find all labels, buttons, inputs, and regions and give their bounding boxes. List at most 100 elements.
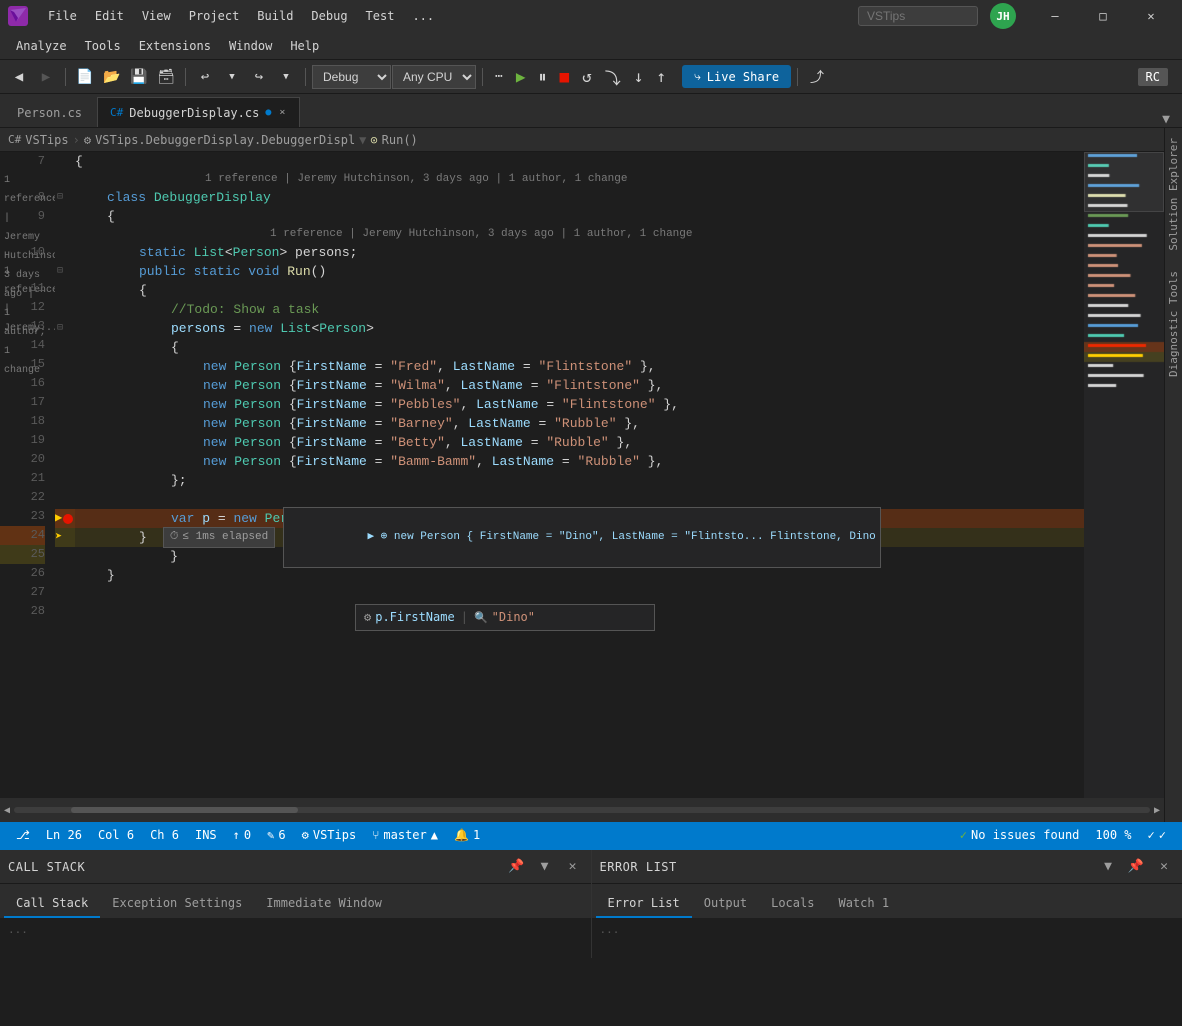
code-editor[interactable]: 7 1 reference | Jeremy Hutchinson, 3 day… (0, 152, 1164, 798)
error-list-content: ... (592, 918, 1182, 958)
rc-badge[interactable]: RC (1138, 68, 1168, 86)
sep5 (797, 68, 798, 86)
save-button[interactable]: 💾 (126, 64, 152, 90)
tab-output[interactable]: Output (692, 890, 759, 918)
start-button[interactable]: ▶ (510, 65, 532, 88)
code-line-28 (75, 585, 1084, 604)
stop-button[interactable]: ■ (553, 65, 575, 88)
status-warnings[interactable]: ✎ 6 (259, 822, 293, 848)
status-col-info[interactable]: Col 6 (90, 822, 142, 848)
status-checkmarks[interactable]: ✓ ✓ (1140, 822, 1174, 848)
debug-more-button[interactable]: ⋯ (489, 67, 509, 86)
git-icon: ⎇ (16, 828, 30, 842)
step-into-button[interactable]: ↓ (628, 65, 650, 88)
status-line-info[interactable]: Ln 26 (38, 822, 90, 848)
maximize-button[interactable]: □ (1080, 0, 1126, 32)
breadcrumb-project[interactable]: VSTips (25, 133, 68, 147)
tab-watch1[interactable]: Watch 1 (826, 890, 901, 918)
tooltip-sep: | (461, 608, 468, 627)
breadcrumb-class[interactable]: VSTips.DebuggerDisplay.DebuggerDispl (95, 133, 355, 147)
breadcrumb-method-icon: ⊙ (370, 133, 377, 147)
redo-button[interactable]: ↪ (246, 64, 272, 90)
status-errors[interactable]: ↑ 0 (225, 822, 259, 848)
menu-view[interactable]: View (134, 5, 179, 27)
search-input[interactable] (858, 6, 978, 26)
status-git-icon[interactable]: ⎇ (8, 822, 38, 848)
call-stack-placeholder: ... (8, 923, 28, 936)
tab-immediate-window[interactable]: Immediate Window (254, 890, 394, 918)
solution-explorer-tab[interactable]: Solution Explorer (1165, 128, 1182, 261)
action-buttons: 📄 📂 💾 🗃 (72, 64, 179, 90)
menu-tools[interactable]: Tools (77, 36, 129, 56)
scroll-right-icon[interactable]: ▶ (1154, 805, 1160, 816)
menu-test[interactable]: Test (358, 5, 403, 27)
project-name: VSTips (313, 828, 356, 842)
error-list-pin-button[interactable]: 📌 (1126, 857, 1146, 877)
menu-debug[interactable]: Debug (303, 5, 355, 27)
status-insert-mode[interactable]: INS (187, 822, 225, 848)
call-stack-panel: Call Stack 📌 ▼ ✕ Call Stack Exception Se… (0, 850, 592, 958)
tab-overflow-arrow[interactable]: ▼ (1154, 112, 1178, 127)
menu-more[interactable]: ... (404, 5, 442, 27)
menu-analyze[interactable]: Analyze (8, 36, 75, 56)
status-notifications[interactable]: 🔔 1 (446, 822, 488, 848)
code-line-19: new Person {FirstName = "Barney", LastNa… (75, 414, 1084, 433)
menu-window[interactable]: Window (221, 36, 280, 56)
menu-extensions[interactable]: Extensions (131, 36, 219, 56)
tab-debuggerdisplay-cs[interactable]: C# DebuggerDisplay.cs ● × (97, 97, 300, 127)
save-all-button[interactable]: 🗃 (153, 64, 179, 90)
minimap (1084, 152, 1164, 798)
tab-person-cs[interactable]: Person.cs (4, 97, 95, 127)
step-over-button[interactable]: ⤵ (599, 63, 627, 91)
debug-config-dropdown[interactable]: Debug Release (312, 65, 391, 89)
scroll-left-icon[interactable]: ◀ (4, 805, 10, 816)
code-line-27: } (75, 566, 1084, 585)
publish-button[interactable]: ⤴ (804, 64, 830, 90)
menu-project[interactable]: Project (181, 5, 248, 27)
tab-exception-settings[interactable]: Exception Settings (100, 890, 254, 918)
minimap-viewport (1084, 152, 1164, 212)
scroll-track[interactable] (14, 807, 1150, 813)
restart-button[interactable]: ↺ (576, 65, 598, 88)
status-project[interactable]: ⚙ VSTips (294, 822, 365, 848)
call-stack-pin-button[interactable]: 📌 (507, 857, 527, 877)
live-share-button[interactable]: ⤷ Live Share (682, 65, 791, 88)
code-content[interactable]: { 1 reference | Jeremy Hutchinson, 3 day… (75, 152, 1084, 798)
error-list-title-bar: Error List ▼ 📌 ✕ (592, 850, 1182, 884)
step-out-button[interactable]: ↑ (650, 65, 672, 88)
minimize-button[interactable]: — (1032, 0, 1078, 32)
menu-file[interactable]: File (40, 5, 85, 27)
call-stack-options-button[interactable]: ▼ (535, 857, 555, 877)
horizontal-scrollbar[interactable]: ◀ ▶ (0, 798, 1164, 822)
code-line-14: persons = new List<Person> (75, 319, 1084, 338)
code-line-11: public static void Run() (75, 262, 1084, 281)
undo-button[interactable]: ↩ (192, 64, 218, 90)
scroll-thumb[interactable] (71, 807, 298, 813)
undo-dropdown[interactable]: ▼ (219, 64, 245, 90)
status-ch-info[interactable]: Ch 6 (142, 822, 187, 848)
status-zoom[interactable]: 100 % (1087, 822, 1139, 848)
menu-help[interactable]: Help (282, 36, 327, 56)
breadcrumb-method[interactable]: Run() (382, 133, 418, 147)
forward-button[interactable]: ▶ (33, 64, 59, 90)
call-stack-close-button[interactable]: ✕ (563, 857, 583, 877)
tab-locals[interactable]: Locals (759, 890, 826, 918)
diagnostic-tools-tab[interactable]: Diagnostic Tools (1165, 261, 1182, 387)
tab-close-button[interactable]: × (277, 107, 287, 118)
tab-error-list[interactable]: Error List (596, 890, 692, 918)
tab-call-stack[interactable]: Call Stack (4, 890, 100, 918)
error-list-options-button[interactable]: ▼ (1098, 857, 1118, 877)
pause-button[interactable]: ⏸ (532, 65, 552, 89)
sep2 (185, 68, 186, 86)
close-button[interactable]: ✕ (1128, 0, 1174, 32)
error-list-close-button[interactable]: ✕ (1154, 857, 1174, 877)
platform-dropdown[interactable]: Any CPU x64 (392, 65, 476, 89)
menu-edit[interactable]: Edit (87, 5, 132, 27)
status-branch[interactable]: ⑂ master ▲ (364, 822, 446, 848)
new-file-button[interactable]: 📄 (72, 64, 98, 90)
redo-dropdown[interactable]: ▼ (273, 64, 299, 90)
menu-build[interactable]: Build (249, 5, 301, 27)
open-button[interactable]: 📂 (99, 64, 125, 90)
status-no-issues[interactable]: ✓ No issues found (952, 822, 1088, 848)
back-button[interactable]: ◀ (6, 64, 32, 90)
